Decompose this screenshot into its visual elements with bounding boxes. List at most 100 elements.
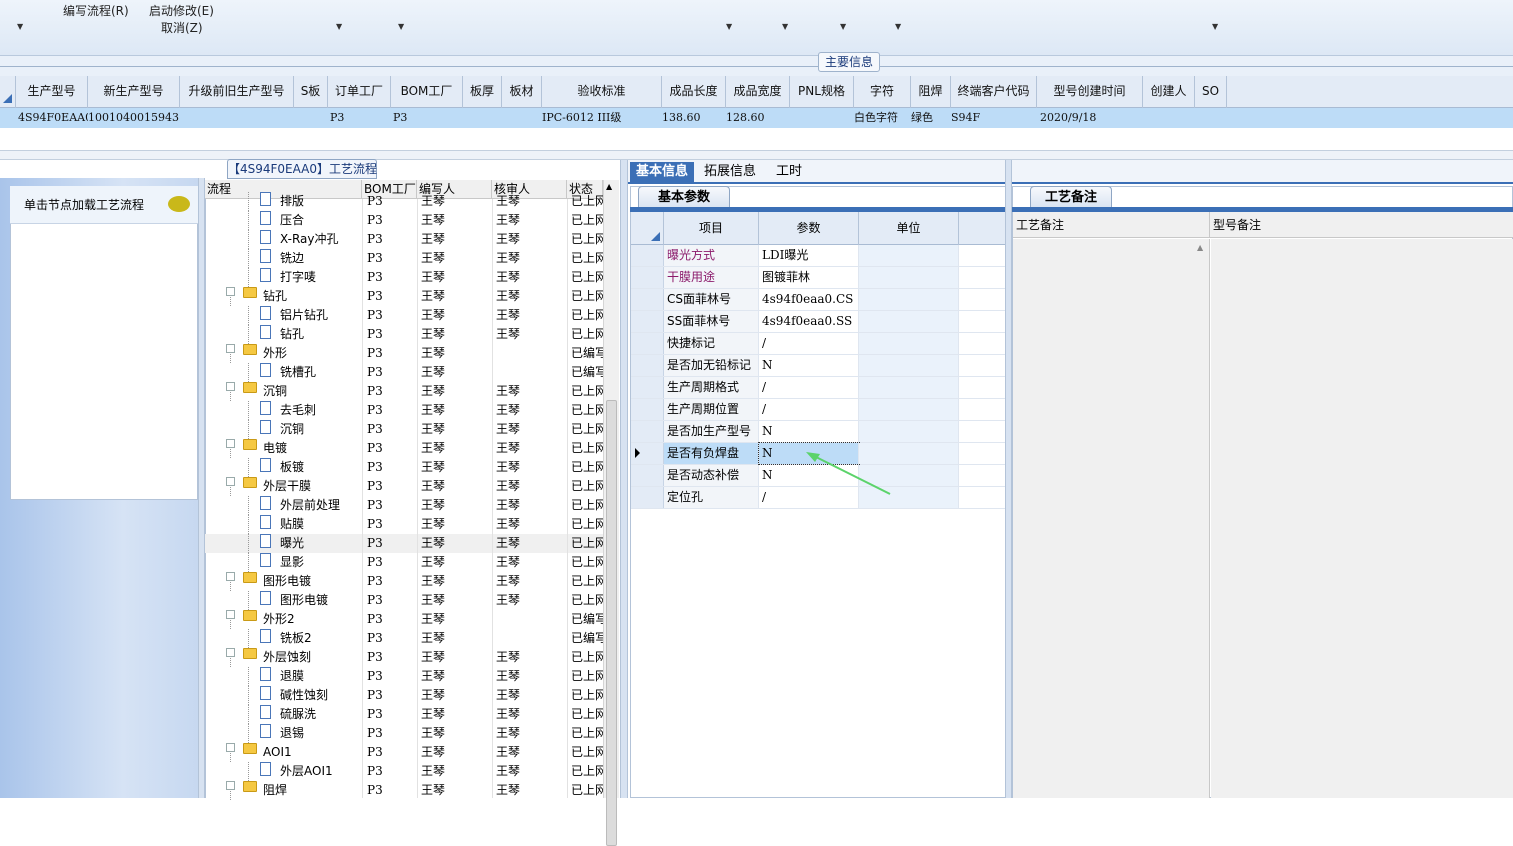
tree-row[interactable]: 显影 P3 王琴 王琴 已上网 <box>205 553 603 572</box>
row-selector[interactable] <box>631 421 664 442</box>
row-selector[interactable] <box>631 245 664 266</box>
row-selector[interactable] <box>631 355 664 376</box>
scroll-up-icon[interactable]: ▲ <box>1197 243 1203 252</box>
collapse-icon[interactable]: − <box>226 743 235 752</box>
tree-row[interactable]: 碱性蚀刻 P3 王琴 王琴 已上网 <box>205 686 603 705</box>
edit-flow-button[interactable]: 编写流程(R) <box>63 3 129 19</box>
tree-row[interactable]: 外层前处理 P3 王琴 王琴 已上网 <box>205 496 603 515</box>
model-remark-textarea[interactable] <box>1211 239 1513 798</box>
tree-row[interactable]: − 图形电镀 P3 王琴 王琴 已上网 <box>205 572 603 591</box>
tree-row[interactable]: 退锡 P3 王琴 王琴 已上网 <box>205 724 603 743</box>
tree-row[interactable]: 图形电镀 P3 王琴 王琴 已上网 <box>205 591 603 610</box>
param-value-cell[interactable]: / <box>759 377 859 398</box>
tab-basic-info[interactable]: 基本信息 <box>630 162 695 184</box>
param-unit-cell[interactable] <box>859 289 959 310</box>
row-selector[interactable] <box>631 443 664 464</box>
table-cell[interactable]: 绿色 <box>911 108 951 128</box>
tree-row[interactable]: 打字唛 P3 王琴 王琴 已上网 <box>205 268 603 287</box>
row-selector[interactable] <box>631 311 664 332</box>
param-row[interactable]: SS面菲林号 4s94f0eaa0.SS <box>631 311 1005 333</box>
tab-basic-params[interactable]: 基本参数 <box>638 186 730 208</box>
column-header[interactable]: 参数 <box>759 212 859 245</box>
tree-row[interactable]: − 沉铜 P3 王琴 王琴 已上网 <box>205 382 603 401</box>
param-row[interactable]: 是否加无铅标记 N <box>631 355 1005 377</box>
param-unit-cell[interactable] <box>859 355 959 376</box>
table-cell[interactable]: 白色字符 <box>854 108 911 128</box>
column-header[interactable]: 单位 <box>859 212 959 245</box>
chevron-down-icon[interactable]: ▼ <box>17 22 23 31</box>
tree-row[interactable]: − 外层干膜 P3 王琴 王琴 已上网 <box>205 477 603 496</box>
collapse-icon[interactable]: − <box>226 344 235 353</box>
collapse-icon[interactable]: − <box>226 382 235 391</box>
scrollbar-thumb[interactable] <box>606 400 617 846</box>
table-cell[interactable]: 138.60 <box>662 108 726 128</box>
tree-row[interactable]: 曝光 P3 王琴 王琴 已上网 <box>205 534 603 553</box>
tree-row[interactable]: 外层AOI1 P3 王琴 王琴 已上网 <box>205 762 603 781</box>
param-value-cell[interactable]: / <box>759 333 859 354</box>
chevron-down-icon[interactable]: ▼ <box>1212 22 1218 31</box>
column-header[interactable]: 字符 <box>854 76 911 108</box>
collapse-icon[interactable]: − <box>226 439 235 448</box>
row-selector[interactable] <box>631 487 664 508</box>
param-value-cell[interactable]: 4s94f0eaa0.CS <box>759 289 859 310</box>
tree-row[interactable]: 铣板2 P3 王琴 已编写 <box>205 629 603 648</box>
tree-row[interactable]: 硫脲洗 P3 王琴 王琴 已上网 <box>205 705 603 724</box>
tree-row[interactable]: 贴膜 P3 王琴 王琴 已上网 <box>205 515 603 534</box>
column-header[interactable]: 生产型号 <box>16 76 88 108</box>
param-unit-cell[interactable] <box>859 333 959 354</box>
chevron-down-icon[interactable]: ▼ <box>840 22 846 31</box>
table-cell[interactable]: P3 <box>393 108 453 128</box>
column-header[interactable]: 成品长度 <box>662 76 726 108</box>
param-row[interactable]: 曝光方式 LDI曝光 <box>631 245 1005 267</box>
scroll-up-icon[interactable]: ▲ <box>606 182 612 191</box>
horizontal-splitter[interactable] <box>0 150 1513 160</box>
param-value-cell[interactable]: LDI曝光 <box>759 245 859 266</box>
column-header[interactable]: 订单工厂 <box>328 76 391 108</box>
chevron-down-icon[interactable]: ▼ <box>726 22 732 31</box>
param-row[interactable]: 生产周期格式 / <box>631 377 1005 399</box>
table-cell[interactable]: 4S94F0EAA0 <box>18 108 88 128</box>
tree-row[interactable]: X-Ray冲孔 P3 王琴 王琴 已上网 <box>205 230 603 249</box>
tree-row[interactable]: 压合 P3 王琴 王琴 已上网 <box>205 211 603 230</box>
tab-work-hours[interactable]: 工时 <box>770 162 808 184</box>
chevron-down-icon[interactable]: ▼ <box>336 22 342 31</box>
row-selector[interactable] <box>631 465 664 486</box>
tree-scrollbar[interactable]: ▲ <box>603 180 619 846</box>
process-tree-tab[interactable]: 【4S94F0EAA0】工艺流程 <box>227 159 377 179</box>
chevron-down-icon[interactable]: ▼ <box>398 22 404 31</box>
column-header[interactable]: 终端客户代码 <box>951 76 1037 108</box>
param-unit-cell[interactable] <box>859 377 959 398</box>
chevron-down-icon[interactable]: ▼ <box>895 22 901 31</box>
tab-extended-info[interactable]: 拓展信息 <box>698 162 762 184</box>
start-modify-button[interactable]: 启动修改(E) <box>149 3 214 19</box>
collapse-icon[interactable]: − <box>226 287 235 296</box>
column-header[interactable]: PNL规格 <box>790 76 854 108</box>
column-header[interactable]: 升级前旧生产型号 <box>180 76 294 108</box>
collapse-icon[interactable]: − <box>226 648 235 657</box>
column-header[interactable]: 新生产型号 <box>88 76 180 108</box>
param-unit-cell[interactable] <box>859 421 959 442</box>
param-value-cell[interactable]: N <box>759 355 859 376</box>
collapse-icon[interactable]: − <box>226 610 235 619</box>
tree-row[interactable]: − 外形2 P3 王琴 已编写 <box>205 610 603 629</box>
vertical-splitter[interactable] <box>198 178 205 798</box>
column-header[interactable]: 工艺备注 <box>1013 212 1210 238</box>
tree-row[interactable]: − 电镀 P3 王琴 王琴 已上网 <box>205 439 603 458</box>
row-selector[interactable] <box>631 333 664 354</box>
vertical-splitter[interactable] <box>620 160 628 798</box>
param-row[interactable]: CS面菲林号 4s94f0eaa0.CS <box>631 289 1005 311</box>
row-selector[interactable] <box>631 377 664 398</box>
tree-row[interactable]: 去毛刺 P3 王琴 王琴 已上网 <box>205 401 603 420</box>
table-cell[interactable]: P3 <box>330 108 390 128</box>
tree-row[interactable]: − 外层蚀刻 P3 王琴 王琴 已上网 <box>205 648 603 667</box>
param-unit-cell[interactable] <box>859 311 959 332</box>
param-unit-cell[interactable] <box>859 399 959 420</box>
tree-row[interactable]: 铣槽孔 P3 王琴 已编写 <box>205 363 603 382</box>
param-row[interactable]: 生产周期位置 / <box>631 399 1005 421</box>
param-value-cell[interactable]: / <box>759 399 859 420</box>
tree-row[interactable]: 退膜 P3 王琴 王琴 已上网 <box>205 667 603 686</box>
chevron-down-icon[interactable]: ▼ <box>782 22 788 31</box>
table-cell[interactable]: S94F <box>951 108 1037 128</box>
column-header[interactable]: 型号创建时间 <box>1037 76 1143 108</box>
param-value-cell[interactable]: 4s94f0eaa0.SS <box>759 311 859 332</box>
